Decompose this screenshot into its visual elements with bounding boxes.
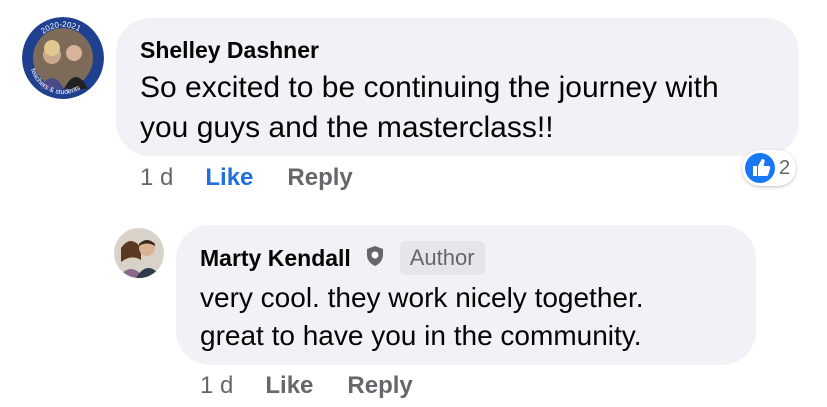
- comment-timestamp[interactable]: 1 d: [200, 372, 233, 400]
- avatar-marty-image: [114, 228, 164, 278]
- comment-author-name[interactable]: Shelley Dashner: [140, 36, 319, 64]
- avatar-caption-text: teachers & students: [29, 68, 82, 96]
- reply-button[interactable]: Reply: [287, 164, 352, 192]
- comment-bubble-2: Marty Kendall Author very cool. they wor…: [176, 225, 756, 365]
- avatar-marty[interactable]: [114, 228, 164, 278]
- comment-text: So excited to be continuing the journey …: [140, 68, 775, 148]
- svg-text:2020-2021: 2020-2021: [39, 20, 83, 36]
- author-badge: Author: [399, 241, 485, 275]
- reply-button[interactable]: Reply: [347, 372, 412, 400]
- reaction-summary[interactable]: 2: [742, 150, 797, 186]
- comment-text-line: very cool. they work nicely together.: [200, 282, 644, 313]
- comment-timestamp[interactable]: 1 d: [140, 164, 173, 192]
- avatar-year-text: 2020-2021: [39, 20, 83, 36]
- comment-text: very cool. they work nicely together. gr…: [200, 279, 732, 355]
- svg-text:teachers & students: teachers & students: [29, 68, 82, 96]
- comment-actions-2: 1 d Like Reply: [200, 372, 447, 400]
- comment-text-line: great to have you in the community.: [200, 320, 642, 351]
- like-thumb-icon: [745, 153, 775, 183]
- comment-header: Marty Kendall Author: [200, 241, 732, 275]
- like-button[interactable]: Like: [205, 164, 253, 192]
- reaction-count: 2: [779, 156, 791, 179]
- comment-text-line: you guys and the masterclass!!: [140, 111, 554, 144]
- comment-actions-1: 1 d Like Reply: [140, 164, 387, 192]
- comment-text-line: So excited to be continuing the journey …: [140, 71, 719, 104]
- comment-author-name[interactable]: Marty Kendall: [200, 244, 351, 272]
- comment-bubble-1: Shelley Dashner So excited to be continu…: [116, 18, 799, 156]
- shield-icon: [365, 245, 385, 272]
- avatar-shelley-ring-text: 2020-2021 teachers & students: [29, 20, 83, 96]
- like-button[interactable]: Like: [265, 372, 313, 400]
